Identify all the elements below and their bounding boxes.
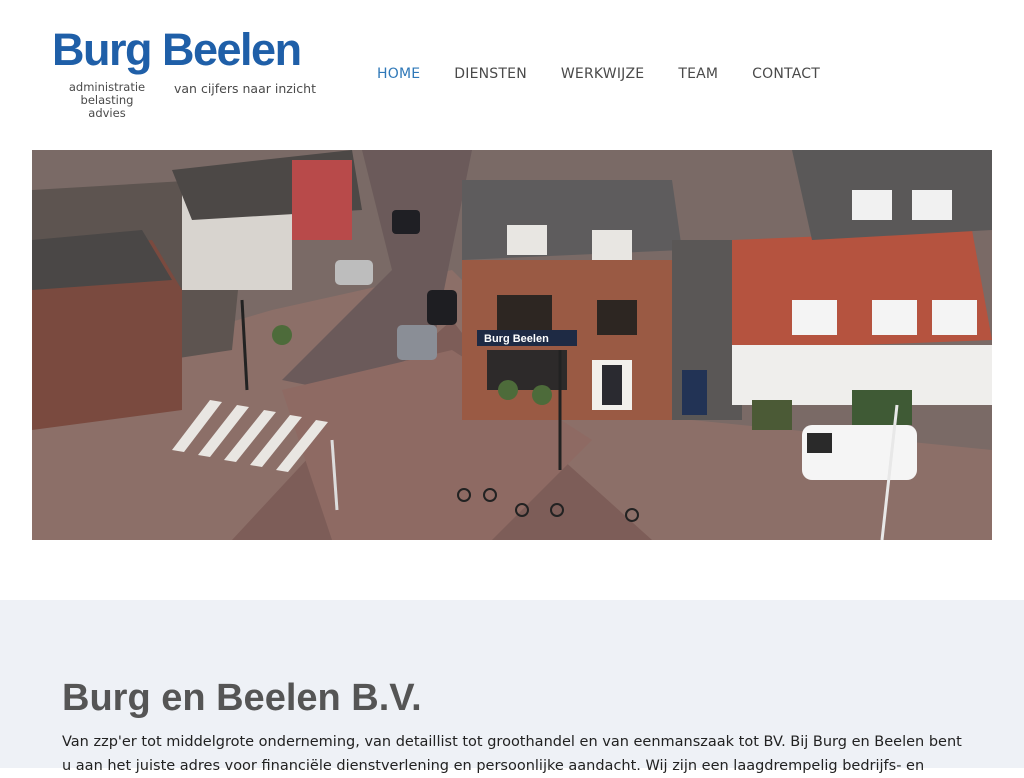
logo-tagline: van cijfers naar inzicht bbox=[174, 81, 316, 96]
nav-item-werkwijze[interactable]: WERKWIJZE bbox=[561, 66, 644, 82]
logo-subtitle: administratie belasting advies bbox=[52, 81, 162, 120]
intro-section: Burg en Beelen B.V. Van zzp'er tot midde… bbox=[0, 600, 1024, 774]
nav-item-contact[interactable]: CONTACT bbox=[752, 66, 820, 82]
logo-wordmark: Burg Beelen bbox=[52, 24, 302, 75]
nav-item-diensten[interactable]: DIENSTEN bbox=[454, 66, 527, 82]
logo-sub-line: advies bbox=[88, 106, 126, 120]
site-header: Burg Beelen administratie belasting advi… bbox=[0, 0, 1024, 150]
aerial-street-photo: Burg Beelen bbox=[32, 150, 992, 540]
hero-image: Burg Beelen bbox=[32, 150, 992, 540]
intro-title: Burg en Beelen B.V. bbox=[62, 677, 422, 719]
nav-item-team[interactable]: TEAM bbox=[678, 66, 718, 82]
intro-text: Van zzp'er tot middelgrote onderneming, … bbox=[62, 734, 962, 774]
nav-item-home[interactable]: HOME bbox=[377, 66, 420, 82]
shop-sign: Burg Beelen bbox=[484, 333, 549, 345]
main-nav: HOME DIENSTEN WERKWIJZE TEAM CONTACT bbox=[377, 66, 854, 82]
logo[interactable]: Burg Beelen administratie belasting advi… bbox=[52, 24, 352, 124]
